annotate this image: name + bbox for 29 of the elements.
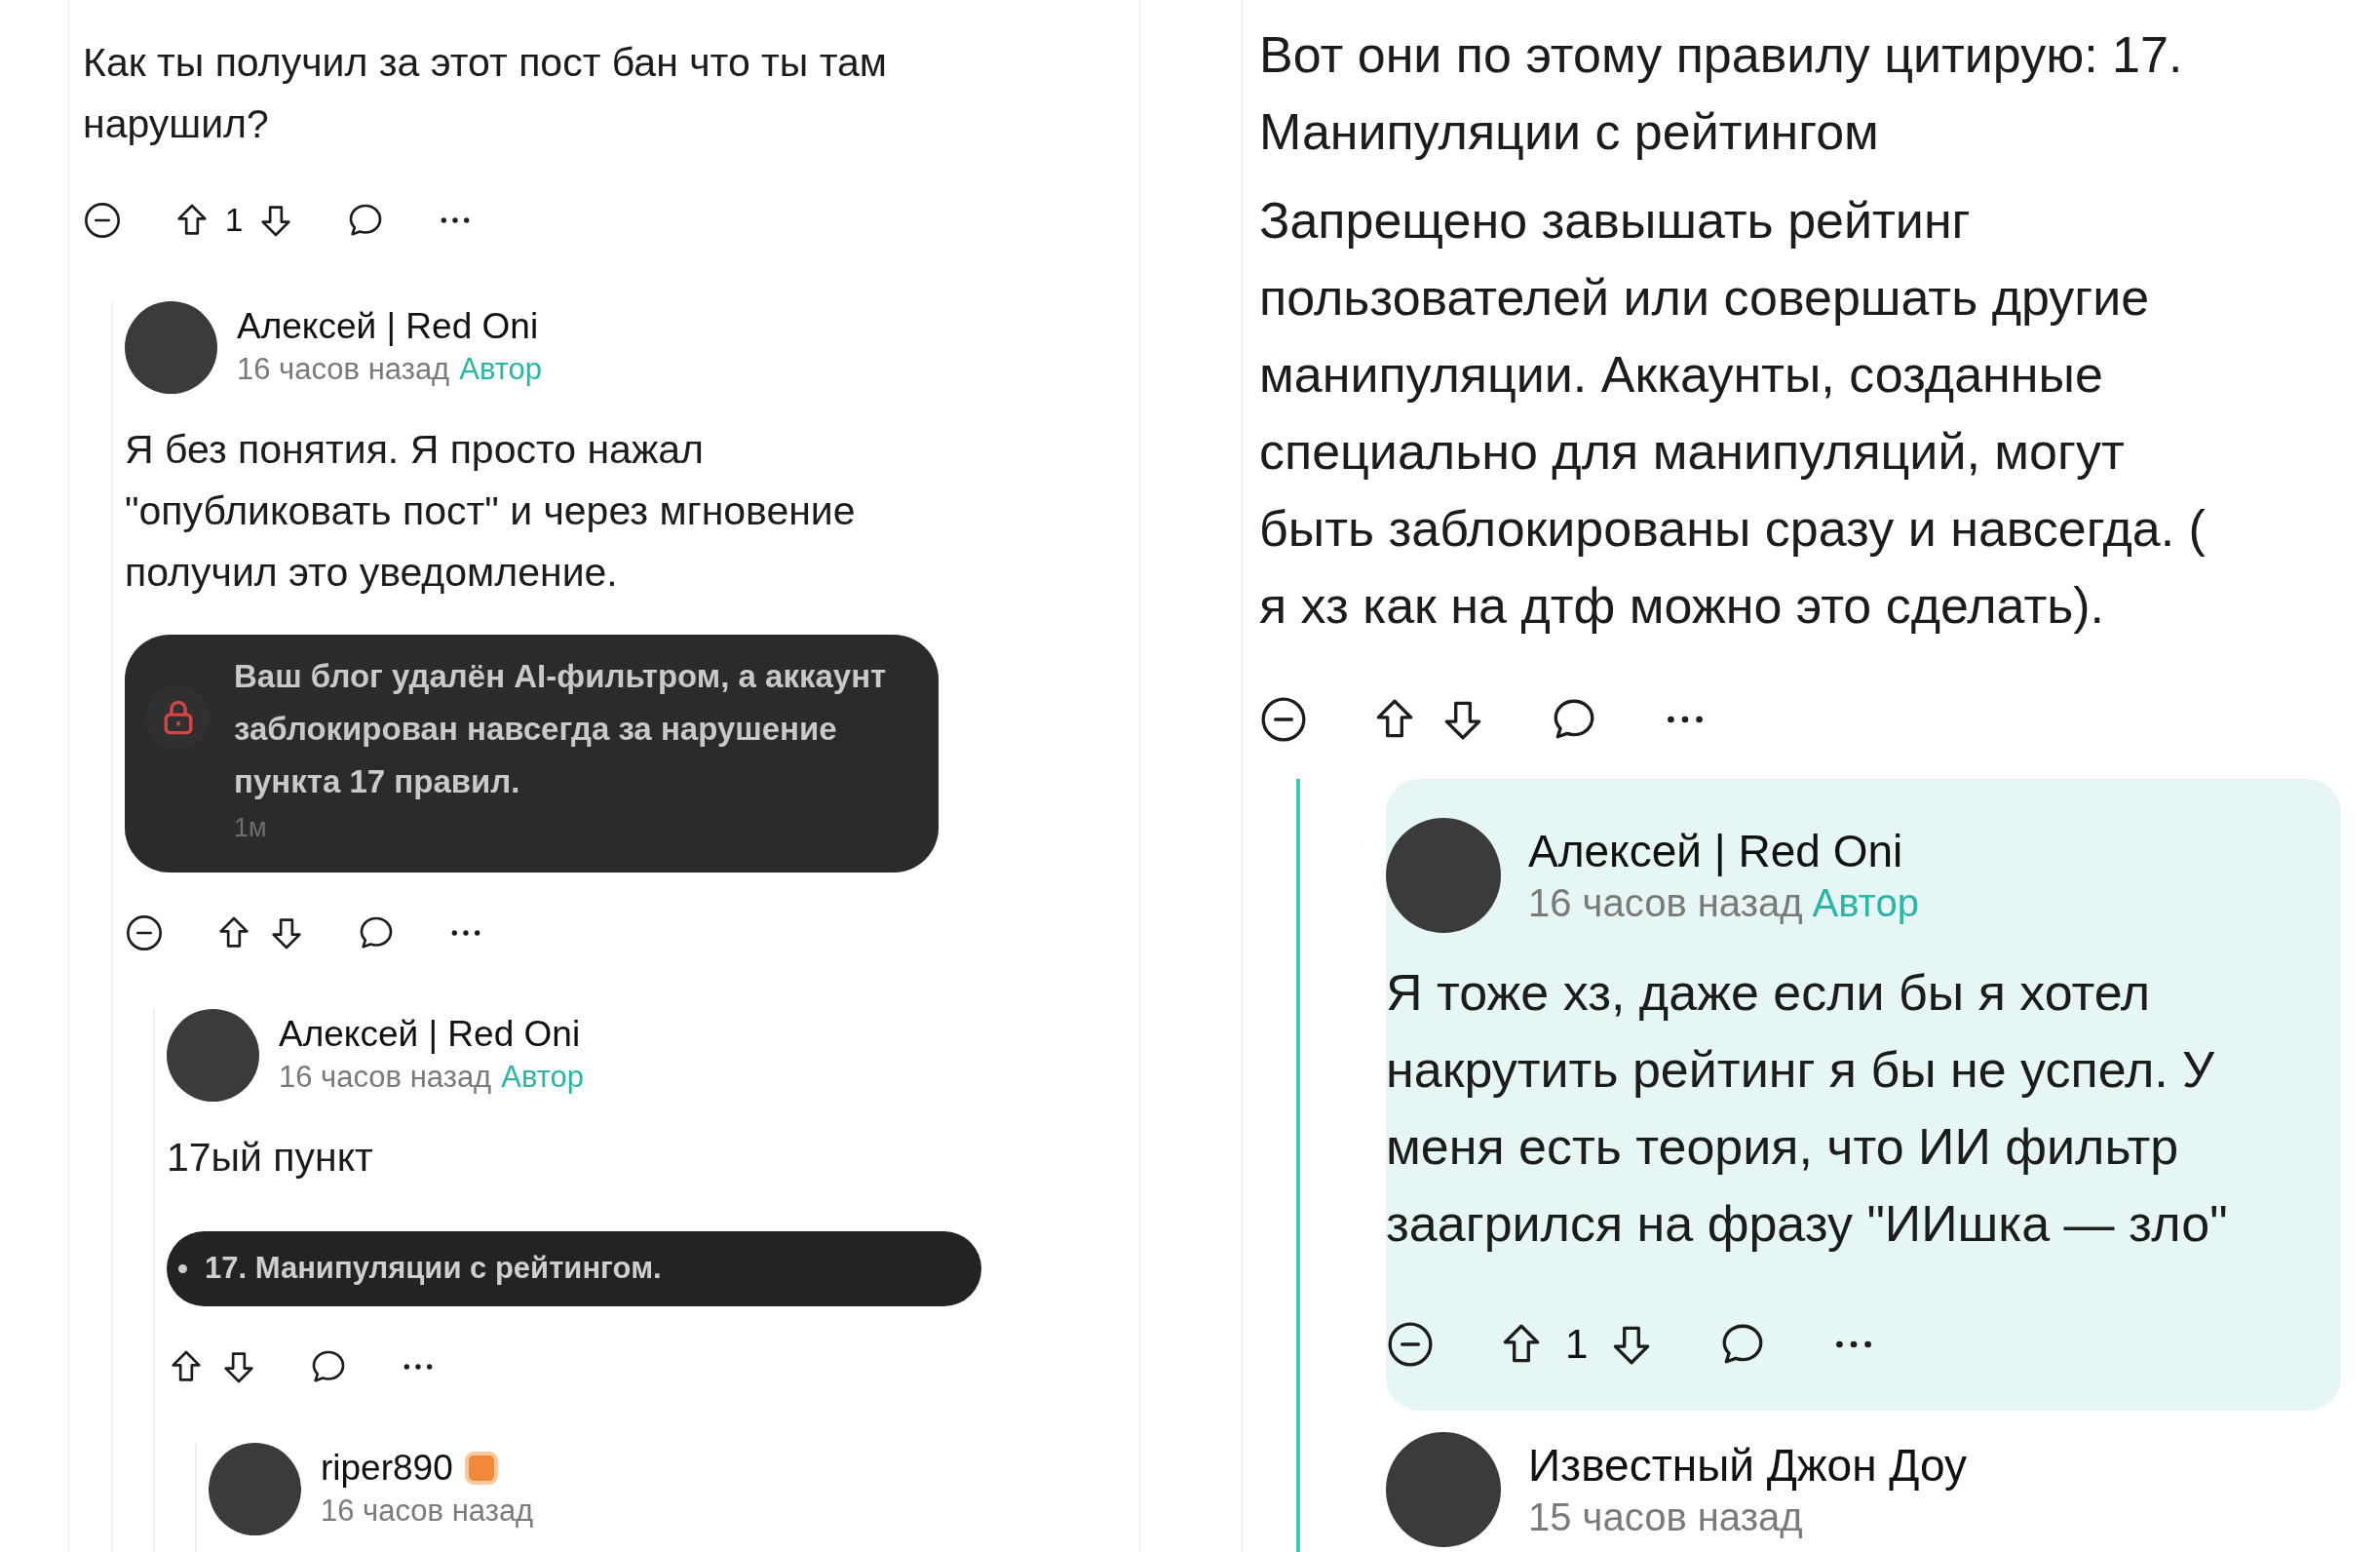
author-name[interactable]: riper890 xyxy=(321,1446,453,1491)
comment-time: 16 часов назад xyxy=(1528,880,1803,926)
lock-icon xyxy=(162,698,195,736)
comment-text: Запрещено завышать рейтинг пользователей или совершать другие манипуляции. Аккаунты, созданные специально для манипуляций, могут быть заблокированы сразу и навсегда. ( я хз как на дтф можно это сделать). xyxy=(1259,191,2207,636)
vote-count: 1 xyxy=(1565,1320,1589,1369)
comment-time: 15 часов назад xyxy=(1528,1494,1803,1540)
comment-text: Вот они по этому правилу цитирую: 17. Манипуляции с рейтингом xyxy=(1259,25,2184,162)
comment-time: 16 часов назад xyxy=(279,1059,492,1096)
author-name[interactable]: Алексей | Red Oni xyxy=(279,1012,581,1057)
author-name[interactable]: Алексей | Red Oni xyxy=(1528,824,1903,878)
vote-count: 1 xyxy=(225,201,244,240)
notification-text: Ваш блог удалён AI-фильтром, а аккаунт заблокирован навсегда за нарушение пункта 17 правил. xyxy=(234,656,888,801)
rule-text: 17. Манипуляции с рейтингом. xyxy=(205,1249,662,1287)
collapse-icon[interactable] xyxy=(83,200,122,240)
bullet-icon xyxy=(178,1263,187,1273)
comment-text: Как ты получил за этот пост бан что ты там нарушил? xyxy=(83,39,889,148)
comment-text: Я без понятия. Я просто нажал "опубликовать пост" и через мгновение получил это уведомление. xyxy=(125,425,857,597)
notification-time: 1м xyxy=(234,811,268,844)
comment-text: 17ый пункт xyxy=(167,1133,374,1182)
comment-time: 16 часов назад xyxy=(237,351,450,388)
author-role: Автор xyxy=(459,351,542,388)
collapse-icon[interactable] xyxy=(125,912,164,952)
comment-text: Я тоже хз, даже если бы я хотел накрутить рейтинг я бы не успел. У меня есть теория, что ИИ фильтр заагрился на фразу "ИИшка — зло" xyxy=(1386,963,2229,1254)
author-role: Автор xyxy=(501,1059,584,1096)
author-name[interactable]: Известный Джон Доу xyxy=(1528,1438,1968,1493)
collapse-icon[interactable] xyxy=(1259,695,1308,744)
comment-time: 16 часов назад xyxy=(321,1493,534,1530)
author-role: Автор xyxy=(1812,880,1919,926)
author-name[interactable]: Алексей | Red Oni xyxy=(237,304,539,349)
